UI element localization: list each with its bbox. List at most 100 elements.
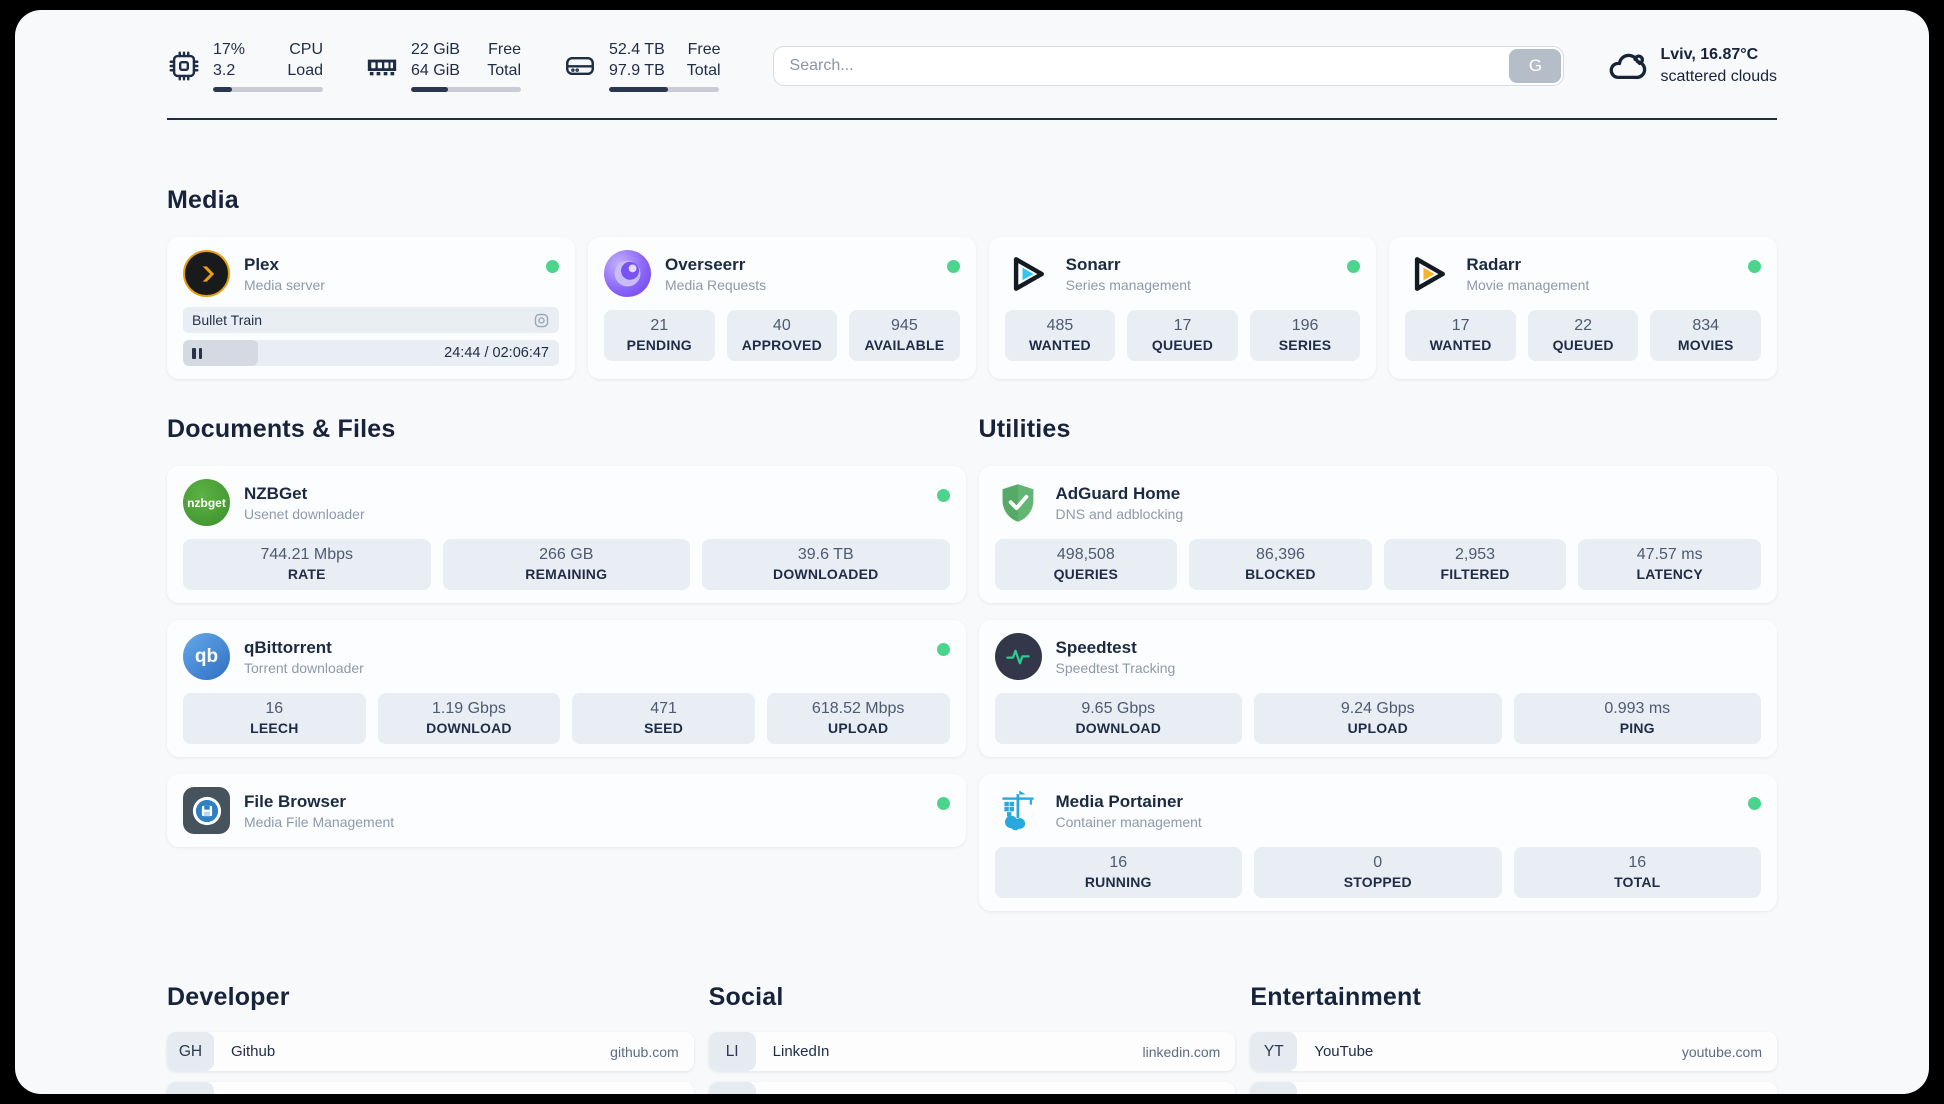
stat-queued: 22 QUEUED <box>1527 310 1639 361</box>
nzbget-icon: nzbget <box>183 479 230 526</box>
disk-progress-fill <box>609 86 669 92</box>
bookmark-youtube[interactable]: YT YouTube youtube.com <box>1250 1032 1777 1071</box>
section-title-documents: Documents & Files <box>167 415 396 443</box>
bookmark-name: StackOverflow <box>231 1093 328 1094</box>
portainer-icon <box>995 787 1042 834</box>
system-widgets: 17% 3.2 CPU Load 22 GiB 64 GiB Free Tota… <box>167 40 721 92</box>
stat-downloaded: 39.6 TB DOWNLOADED <box>702 539 950 590</box>
memory-widget: 22 GiB 64 GiB Free Total <box>365 40 521 92</box>
bookmark-abbr: NF <box>1250 1082 1298 1094</box>
app-card-overseerr[interactable]: Overseerr Media Requests 21 PENDING 40 A… <box>588 237 976 379</box>
adguard-icon <box>995 479 1042 526</box>
overseerr-icon <box>604 250 651 297</box>
filebrowser-icon <box>183 787 230 834</box>
stat-upload: 618.52 Mbps UPLOAD <box>766 693 950 744</box>
cloud-icon <box>1610 53 1647 80</box>
status-dot <box>936 797 950 810</box>
cpu-progress-fill <box>213 86 232 92</box>
stat-queued: 17 QUEUED <box>1127 310 1238 361</box>
disk-free-label: Free <box>687 41 721 59</box>
memory-free-label: Free <box>488 41 521 59</box>
app-card-qbittorrent[interactable]: qb qBittorrent Torrent downloader 16 LEE… <box>167 620 966 757</box>
search-engine-button[interactable]: G <box>1509 49 1562 83</box>
app-card-speedtest[interactable]: Speedtest Speedtest Tracking 9.65 Gbps D… <box>978 620 1777 757</box>
bookmark-abbr: YT <box>1250 1032 1298 1071</box>
app-card-adguard[interactable]: AdGuard Home DNS and adblocking 498,508 … <box>978 466 1777 603</box>
app-card-nzbget[interactable]: nzbget NZBGet Usenet downloader 744.21 M… <box>167 466 966 603</box>
search-input[interactable] <box>773 57 1510 75</box>
app-subtitle: Media File Management <box>244 813 395 830</box>
status-dot <box>1747 260 1761 273</box>
stat-filtered: 2,953 FILTERED <box>1383 539 1567 590</box>
app-subtitle: Torrent downloader <box>244 659 364 676</box>
stat-wanted: 485 WANTED <box>1004 310 1116 361</box>
stat-movies: 834 MOVIES <box>1650 310 1761 361</box>
section-title-social: Social <box>708 983 784 1011</box>
bookmark-name: LinkedIn <box>772 1043 830 1060</box>
stat-stopped: 0 STOPPED <box>1254 847 1502 898</box>
now-playing-title: Bullet Train <box>192 312 263 328</box>
stat-latency: 47.57 ms LATENCY <box>1578 539 1761 590</box>
bookmark-twitter[interactable]: TW Twitter twitter.com <box>708 1082 1236 1095</box>
bookmark-url: youtube.com <box>1681 1043 1762 1060</box>
stat-ping: 0.993 ms PING <box>1513 693 1761 744</box>
stat-series: 196 SERIES <box>1249 310 1361 361</box>
cpu-icon <box>169 51 199 81</box>
stat-running: 16 RUNNING <box>994 847 1242 898</box>
cpu-widget: 17% 3.2 CPU Load <box>167 40 323 92</box>
app-subtitle: Container management <box>1055 813 1202 830</box>
disk-progress-bar <box>609 86 719 92</box>
top-bar: 17% 3.2 CPU Load 22 GiB 64 GiB Free Tota… <box>167 40 1777 92</box>
bookmark-netflix[interactable]: NF Netflix netflix.com <box>1250 1082 1777 1094</box>
memory-progress-bar <box>411 86 521 92</box>
bookmark-abbr: GH <box>167 1032 214 1071</box>
stat-download: 1.19 Gbps DOWNLOAD <box>377 693 561 744</box>
bookmark-github[interactable]: GH Github github.com <box>167 1032 694 1071</box>
sonarr-icon <box>1005 250 1052 297</box>
app-title: Sonarr <box>1065 254 1121 274</box>
bookmark-url: twitter.com <box>1153 1094 1235 1095</box>
app-title: Overseerr <box>665 254 746 274</box>
stat-blocked: 86,396 BLOCKED <box>1189 539 1372 590</box>
app-subtitle: DNS and adblocking <box>1055 505 1184 522</box>
stat-seed: 471 SEED <box>572 693 755 744</box>
session-target-icon[interactable] <box>533 312 550 329</box>
section-title-utilities: Utilities <box>978 415 1071 443</box>
bookmark-linkedin[interactable]: LI LinkedIn linkedin.com <box>708 1032 1236 1071</box>
status-dot <box>946 260 960 273</box>
app-title: Media Portainer <box>1055 791 1184 811</box>
app-title: AdGuard Home <box>1055 483 1181 503</box>
header-divider <box>167 118 1777 120</box>
stat-download: 9.65 Gbps DOWNLOAD <box>994 693 1242 744</box>
bookmark-stackoverflow[interactable]: SO StackOverflow stackoverflow.com <box>167 1082 694 1094</box>
disk-widget: 52.4 TB 97.9 TB Free Total <box>563 40 721 92</box>
bookmark-url: netflix.com <box>1695 1094 1777 1095</box>
memory-progress-fill <box>411 86 449 92</box>
stat-total: 16 TOTAL <box>1513 847 1761 898</box>
now-playing-progress-bar: 24:44 / 02:06:47 <box>183 340 559 366</box>
now-playing-title-row: Bullet Train <box>183 307 559 333</box>
app-subtitle: Media server <box>244 276 325 293</box>
app-subtitle: Speedtest Tracking <box>1055 659 1176 676</box>
stat-available: 945 AVAILABLE <box>849 310 960 361</box>
app-title: NZBGet <box>244 483 308 503</box>
dashboard-page: 17% 3.2 CPU Load 22 GiB 64 GiB Free Tota… <box>15 10 1929 1094</box>
disk-free-value: 52.4 TB <box>609 41 665 59</box>
bookmark-group-entertainment: Entertainment YT YouTube youtube.com NF … <box>1250 983 1777 1094</box>
stat-leech: 16 LEECH <box>183 693 366 744</box>
hard-drive-icon <box>566 57 594 75</box>
app-card-portainer[interactable]: Media Portainer Container management 16 … <box>978 774 1777 911</box>
bookmark-url: linkedin.com <box>1142 1043 1221 1060</box>
app-subtitle: Movie management <box>1466 276 1590 293</box>
bookmark-abbr: LI <box>708 1032 756 1071</box>
cpu-label: CPU <box>289 41 323 59</box>
stat-remaining: 266 GB REMAINING <box>442 539 690 590</box>
bookmark-group-developer: Developer GH Github github.com SO StackO… <box>167 983 694 1094</box>
app-card-plex[interactable]: Plex Media server Bullet Train 24:44 / 0… <box>167 237 575 379</box>
status-dot <box>936 643 950 656</box>
media-grid: Plex Media server Bullet Train 24:44 / 0… <box>167 237 1777 379</box>
app-card-sonarr[interactable]: Sonarr Series management 485 WANTED 17 Q… <box>988 237 1377 379</box>
app-card-radarr[interactable]: Radarr Movie management 17 WANTED 22 QUE… <box>1389 237 1777 379</box>
app-card-filebrowser[interactable]: File Browser Media File Management <box>167 774 966 847</box>
bookmark-url: stackoverflow.com <box>564 1094 693 1095</box>
